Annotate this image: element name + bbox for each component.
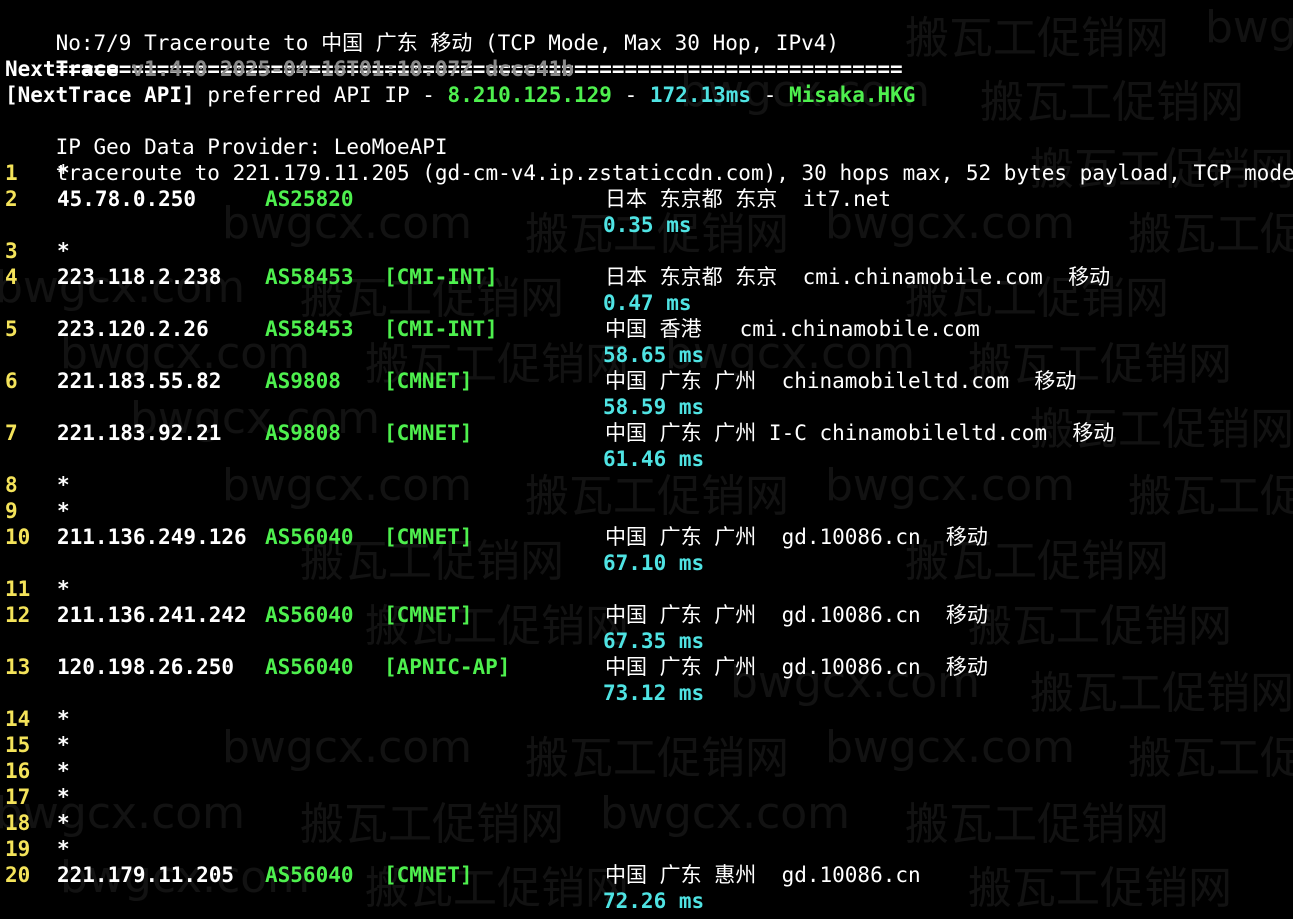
hop-ip: 45.78.0.250: [57, 187, 197, 211]
hop-asn: AS56040: [265, 603, 354, 627]
hop-number: 13: [5, 655, 31, 679]
hop-timeout: *: [57, 161, 70, 185]
hop-timeout: *: [57, 707, 70, 731]
banner-name: NextTrace: [5, 57, 119, 81]
header-rule-line: ========================================…: [5, 30, 903, 81]
hop-number: 3: [5, 239, 18, 263]
hop-geo: 中国 广东 惠州 gd.10086.cn: [605, 863, 921, 887]
api-sep1: -: [624, 83, 638, 107]
hop-ip: 221.179.11.205: [57, 863, 235, 887]
hop-number: 8: [5, 473, 18, 497]
hop-ip: 221.183.92.21: [57, 421, 222, 445]
banner-version: v1.4.0 2025-04-16T01:10:07Z dccc41b: [131, 57, 574, 81]
api-prefix: [NextTrace API]: [5, 83, 195, 107]
hop-geo: 中国 广东 广州 gd.10086.cn 移动: [605, 655, 988, 679]
hop-rtt: 73.12 ms: [603, 681, 705, 705]
hop-geo: 中国 广东 广州 I-C chinamobileltd.com 移动: [605, 421, 1115, 445]
hop-network-tag: [CMNET]: [384, 863, 473, 887]
hop-network-tag: [CMNET]: [384, 369, 473, 393]
api-ip: 8.210.125.129: [447, 83, 612, 107]
hop-asn: AS56040: [265, 525, 354, 549]
hop-asn: AS58453: [265, 317, 354, 341]
hop-network-tag: [CMNET]: [384, 603, 473, 627]
hop-number: 11: [5, 577, 31, 601]
hop-geo: 日本 东京都 东京 cmi.chinamobile.com 移动: [605, 265, 1111, 289]
hop-rtt: 0.35 ms: [603, 213, 692, 237]
hop-timeout: *: [57, 577, 70, 601]
hop-rtt: 67.35 ms: [603, 629, 705, 653]
api-sep2: -: [763, 83, 777, 107]
header-title-line: No:7/9 Traceroute to 中国 广东 移动 (TCP Mode,…: [5, 4, 839, 55]
hop-rtt: 67.10 ms: [603, 551, 705, 575]
hop-geo: 中国 广东 广州 gd.10086.cn 移动: [605, 603, 988, 627]
hop-number: 12: [5, 603, 31, 627]
hop-asn: AS56040: [265, 655, 354, 679]
hop-asn: AS25820: [265, 187, 354, 211]
hop-number: 15: [5, 733, 31, 757]
hop-asn: AS58453: [265, 265, 354, 289]
api-text: preferred API IP -: [207, 83, 435, 107]
hop-timeout: *: [57, 759, 70, 783]
hop-geo: 中国 广东 广州 chinamobileltd.com 移动: [605, 369, 1077, 393]
hop-ip: 223.120.2.26: [57, 317, 209, 341]
hop-geo: 日本 东京都 东京 it7.net: [605, 187, 892, 211]
hop-ip: 211.136.241.242: [57, 603, 247, 627]
hop-asn: AS9808: [265, 421, 341, 445]
hop-geo: 中国 香港 cmi.chinamobile.com: [605, 317, 980, 341]
hop-timeout: *: [57, 473, 70, 497]
traceroute-line: traceroute to 221.179.11.205 (gd-cm-v4.i…: [5, 134, 1293, 185]
api-node: Misaka.HKG: [789, 83, 916, 107]
hop-network-tag: [CMNET]: [384, 421, 473, 445]
hop-timeout: *: [57, 499, 70, 523]
hop-ip: 223.118.2.238: [57, 265, 222, 289]
api-latency: 172.13ms: [649, 83, 752, 107]
hop-timeout: *: [57, 733, 70, 757]
hop-number: 19: [5, 837, 31, 861]
hop-number: 17: [5, 785, 31, 809]
hop-number: 5: [5, 317, 18, 341]
hop-number: 14: [5, 707, 31, 731]
hop-ip: 120.198.26.250: [57, 655, 235, 679]
hop-number: 10: [5, 525, 31, 549]
hop-number: 20: [5, 863, 31, 887]
hop-number: 9: [5, 499, 18, 523]
hop-network-tag: [APNIC-AP]: [384, 655, 511, 679]
terminal-output: No:7/9 Traceroute to 中国 广东 移动 (TCP Mode,…: [5, 0, 1293, 919]
hop-asn: AS56040: [265, 863, 354, 887]
provider-line: IP Geo Data Provider: LeoMoeAPI: [5, 108, 448, 159]
hop-rtt: 58.59 ms: [603, 395, 705, 419]
hop-number: 1: [5, 161, 18, 185]
hop-timeout: *: [57, 811, 70, 835]
hop-ip: 221.183.55.82: [57, 369, 222, 393]
hop-number: 6: [5, 369, 18, 393]
hop-timeout: *: [57, 239, 70, 263]
hop-asn: AS9808: [265, 369, 341, 393]
hop-timeout: *: [57, 837, 70, 861]
hop-rtt: 58.65 ms: [603, 343, 705, 367]
hop-number: 4: [5, 265, 18, 289]
hop-network-tag: [CMI-INT]: [384, 317, 498, 341]
hop-timeout: *: [57, 785, 70, 809]
traceroute-text: traceroute to 221.179.11.205 (gd-cm-v4.i…: [55, 161, 1293, 185]
api-line: [NextTrace API] preferred API IP - 8.210…: [5, 82, 915, 108]
hop-rtt: 0.47 ms: [603, 291, 692, 315]
hop-number: 7: [5, 421, 18, 445]
banner-line: NextTrace v1.4.0 2025-04-16T01:10:07Z dc…: [5, 56, 574, 82]
hop-number: 18: [5, 811, 31, 835]
hop-network-tag: [CMI-INT]: [384, 265, 498, 289]
hop-number: 16: [5, 759, 31, 783]
hop-number: 2: [5, 187, 18, 211]
hop-rtt: 72.26 ms: [603, 889, 705, 913]
hop-geo: 中国 广东 广州 gd.10086.cn 移动: [605, 525, 988, 549]
hop-network-tag: [CMNET]: [384, 525, 473, 549]
hop-rtt: 61.46 ms: [603, 447, 705, 471]
hop-ip: 211.136.249.126: [57, 525, 247, 549]
